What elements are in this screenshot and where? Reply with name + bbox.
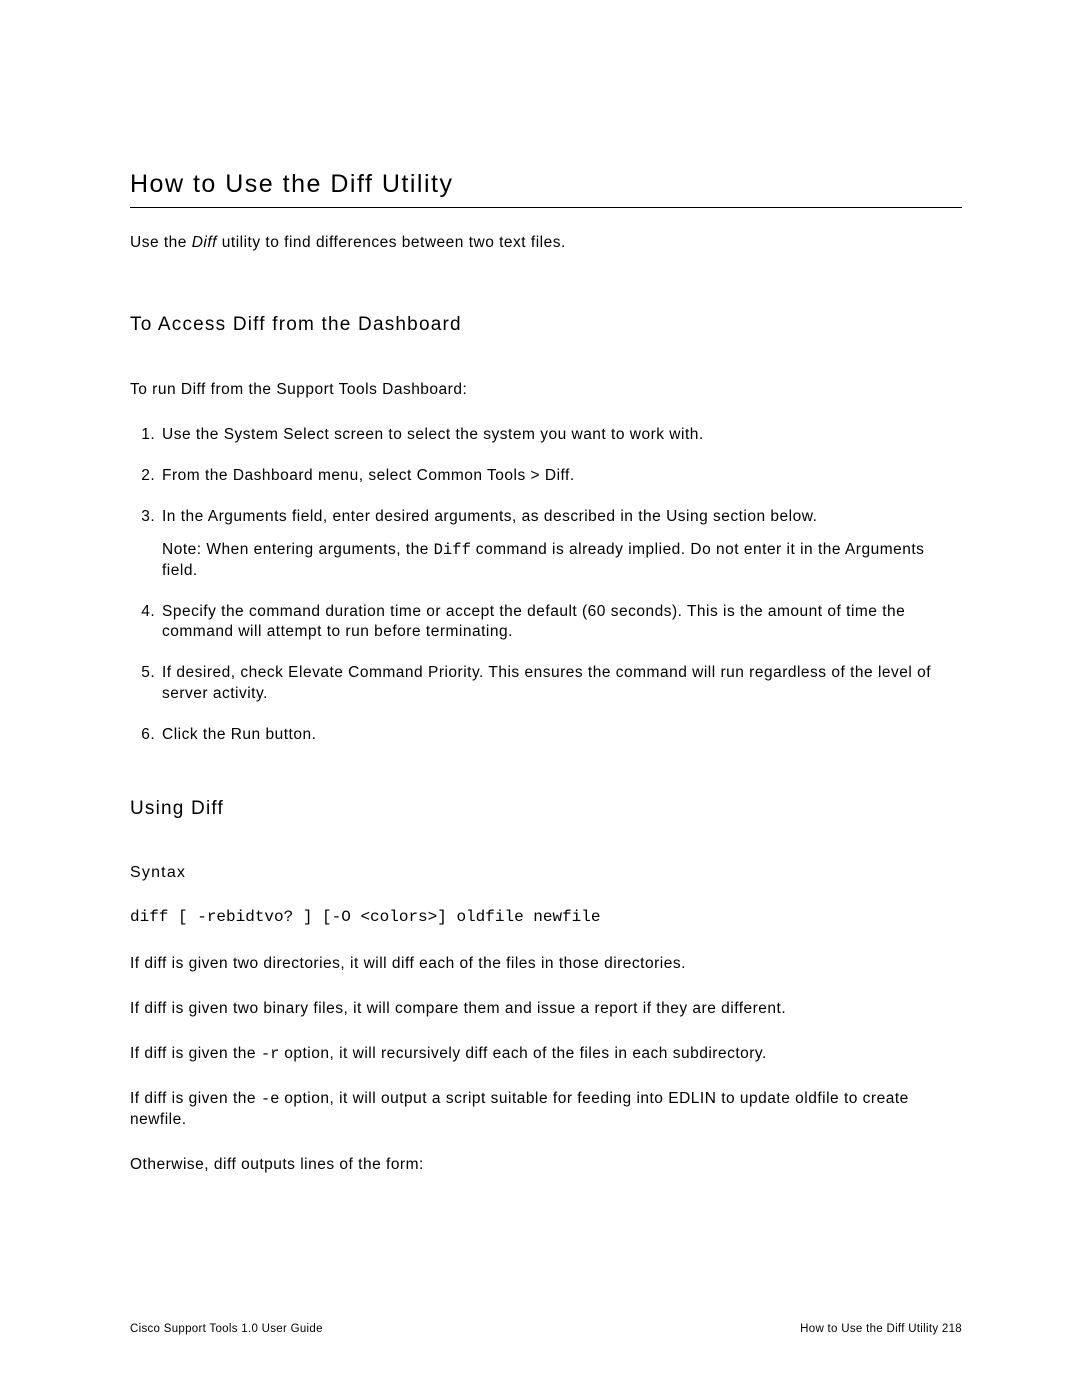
using-p4: If diff is given the -e option, it will … (130, 1089, 962, 1131)
page-footer: Cisco Support Tools 1.0 User Guide How t… (130, 1323, 962, 1335)
step-1: Use the System Select screen to select t… (160, 425, 962, 446)
footer-left: Cisco Support Tools 1.0 User Guide (130, 1323, 323, 1335)
footer-right: How to Use the Diff Utility 218 (800, 1323, 962, 1335)
section-heading-access: To Access Diff from the Dashboard (130, 314, 962, 336)
using-p2: If diff is given two binary files, it wi… (130, 999, 962, 1020)
step-4-text: Specify the command duration time or acc… (162, 603, 905, 641)
step-4: Specify the command duration time or acc… (160, 602, 962, 644)
page-title: How to Use the Diff Utility (130, 170, 962, 208)
steps-list: Use the System Select screen to select t… (130, 425, 962, 746)
section-heading-using: Using Diff (130, 798, 962, 820)
intro-emphasis: Diff (192, 234, 217, 251)
step-2: From the Dashboard menu, select Common T… (160, 466, 962, 487)
using-p1: If diff is given two directories, it wil… (130, 954, 962, 975)
access-lead: To run Diff from the Support Tools Dashb… (130, 380, 962, 401)
document-page: How to Use the Diff Utility Use the Diff… (0, 0, 1080, 1397)
step-3-text: In the Arguments field, enter desired ar… (162, 508, 817, 525)
step-3-note-code: Diff (434, 541, 471, 559)
using-p4-code: -e (261, 1090, 280, 1108)
using-p3-pre: If diff is given the (130, 1045, 261, 1062)
syntax-command: diff [ -rebidtvo? ] [-O <colors>] oldfil… (130, 908, 962, 926)
step-5: If desired, check Elevate Command Priori… (160, 663, 962, 705)
intro-pre: Use the (130, 234, 192, 251)
using-p3: If diff is given the -r option, it will … (130, 1044, 962, 1065)
step-5-text: If desired, check Elevate Command Priori… (162, 664, 931, 702)
using-p5: Otherwise, diff outputs lines of the for… (130, 1155, 962, 1176)
step-6-text: Click the Run button. (162, 726, 316, 743)
intro-paragraph: Use the Diff utility to find differences… (130, 234, 962, 252)
step-3: In the Arguments field, enter desired ar… (160, 507, 962, 582)
step-3-note: Note: When entering arguments, the Diff … (162, 540, 962, 582)
step-2-text: From the Dashboard menu, select Common T… (162, 467, 575, 484)
intro-post: utility to find differences between two … (217, 234, 566, 251)
using-p3-code: -r (261, 1045, 280, 1063)
syntax-heading: Syntax (130, 864, 962, 882)
step-1-text: Use the System Select screen to select t… (162, 426, 704, 443)
step-6: Click the Run button. (160, 725, 962, 746)
using-p4-pre: If diff is given the (130, 1090, 261, 1107)
step-3-note-pre: Note: When entering arguments, the (162, 541, 434, 558)
using-p3-post: option, it will recursively diff each of… (279, 1045, 766, 1062)
